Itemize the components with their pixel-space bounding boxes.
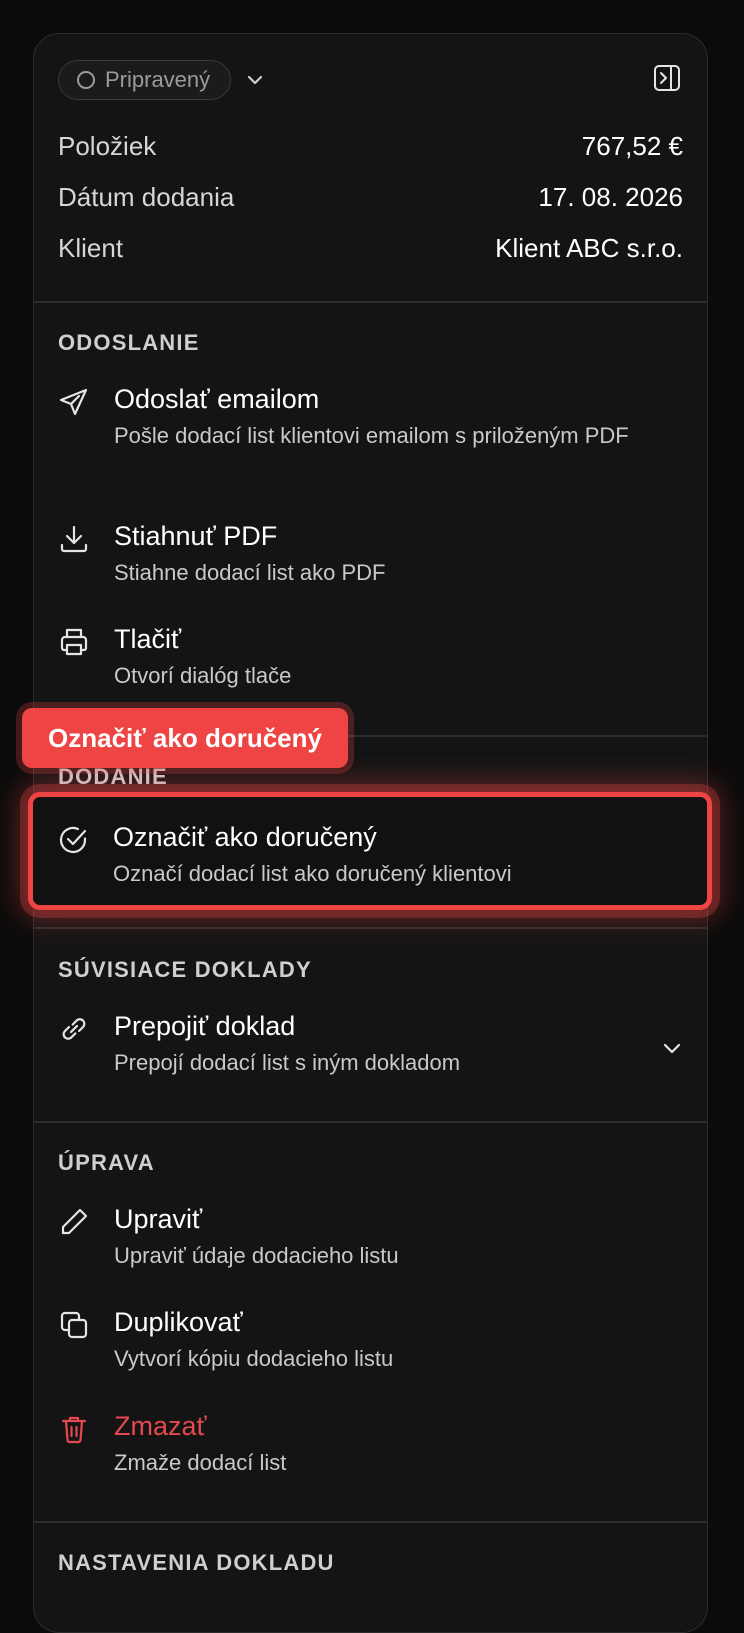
summary-row-client: Klient Klient ABC s.r.o. <box>58 228 683 268</box>
action-mark-delivered[interactable]: Označiť ako doručený Označí dodací list … <box>28 792 712 910</box>
copy-icon <box>58 1309 90 1341</box>
action-link-document[interactable]: Prepojiť doklad Prepojí dodací list s in… <box>34 1011 707 1091</box>
action-title: Duplikovať <box>114 1307 243 1337</box>
divider <box>34 1121 707 1123</box>
status-row: Pripravený <box>58 58 265 102</box>
action-title: Zmazať <box>114 1411 207 1441</box>
summary-label: Klient <box>58 232 124 263</box>
summary-label: Položiek <box>58 130 157 161</box>
action-print[interactable]: Tlačiť Otvorí dialóg tlače <box>34 624 707 694</box>
action-delete[interactable]: Zmazať Zmaže dodací list <box>34 1411 707 1481</box>
status-pill[interactable]: Pripravený <box>58 60 232 100</box>
action-description: Stiahne dodací list ako PDF <box>114 560 386 585</box>
action-description: Označí dodací list ako doručený klientov… <box>113 861 512 886</box>
download-icon <box>58 523 90 555</box>
divider <box>34 1521 707 1523</box>
panel-collapse-icon[interactable] <box>653 64 681 97</box>
action-title: Upraviť <box>114 1204 203 1234</box>
status-circle-icon <box>77 71 95 89</box>
summary-row-delivery-date: Dátum dodania 17. 08. 2026 <box>58 177 683 217</box>
action-description: Upraviť údaje dodacieho listu <box>114 1243 399 1268</box>
summary-row-items: Položiek 767,52 € <box>58 126 683 166</box>
action-title: Odoslať emailom <box>114 384 320 414</box>
action-description: Vytvorí kópiu dodacieho listu <box>114 1346 394 1371</box>
action-title: Označiť ako doručený <box>113 822 377 852</box>
action-description: Pošle dodací list klientovi emailom s pr… <box>114 423 629 448</box>
pencil-icon <box>58 1206 90 1238</box>
section-title-related-documents: SÚVISIACE DOKLADY <box>58 957 312 982</box>
action-content: Označiť ako doručený Označí dodací list … <box>28 822 707 892</box>
divider <box>34 301 707 303</box>
action-title: Tlačiť <box>114 624 182 654</box>
action-title: Stiahnuť PDF <box>114 521 278 551</box>
summary-label: Dátum dodania <box>58 181 235 212</box>
section-title-odoslanie: ODOSLANIE <box>58 330 200 355</box>
summary-value: 17. 08. 2026 <box>538 181 683 212</box>
chevron-down-icon[interactable] <box>661 1037 683 1064</box>
divider <box>34 927 707 929</box>
check-circle-icon <box>57 824 89 856</box>
status-label: Pripravený <box>105 67 211 92</box>
action-send-email[interactable]: Odoslať emailom Pošle dodací list klient… <box>34 384 707 484</box>
summary-value: 767,52 € <box>581 130 683 161</box>
link-icon <box>58 1013 90 1045</box>
section-title-document-settings: NASTAVENIA DOKLADU <box>58 1550 335 1575</box>
trash-icon <box>58 1413 90 1445</box>
action-description: Otvorí dialóg tlače <box>114 663 292 688</box>
chevron-down-icon[interactable] <box>245 70 265 90</box>
action-edit[interactable]: Upraviť Upraviť údaje dodacieho listu <box>34 1204 707 1274</box>
action-title: Prepojiť doklad <box>114 1011 296 1041</box>
send-icon <box>58 386 90 418</box>
printer-icon <box>58 626 90 658</box>
section-title-edit: ÚPRAVA <box>58 1150 155 1175</box>
action-description: Zmaže dodací list <box>114 1450 287 1475</box>
summary-value: Klient ABC s.r.o. <box>495 232 683 263</box>
action-description: Prepojí dodací list s iným dokladom <box>114 1050 461 1075</box>
action-duplicate[interactable]: Duplikovať Vytvorí kópiu dodacieho listu <box>34 1307 707 1377</box>
action-download-pdf[interactable]: Stiahnuť PDF Stiahne dodací list ako PDF <box>34 521 707 591</box>
highlight-tooltip: Označiť ako doručený <box>22 708 348 768</box>
